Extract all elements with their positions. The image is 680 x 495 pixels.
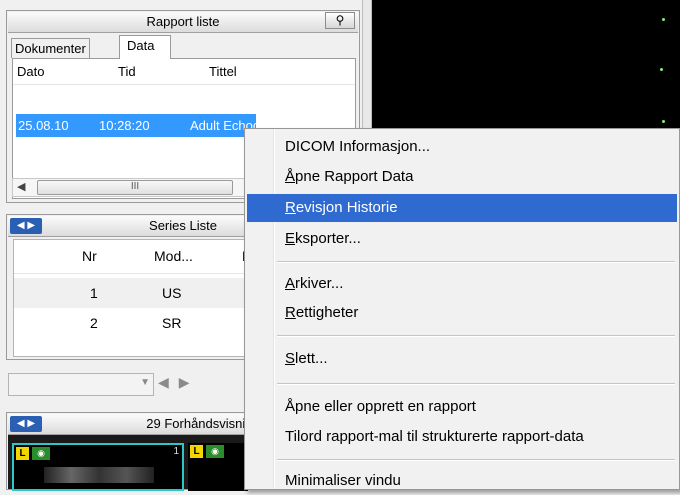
eye-icon: ◉: [206, 445, 224, 458]
menu-separator: [277, 383, 675, 385]
menu-item-arkiver[interactable]: Arkiver...: [247, 270, 677, 298]
overlay-marker: [660, 68, 663, 71]
column-header-nr[interactable]: Nr: [82, 248, 97, 264]
nav-arrows-icon[interactable]: ◀ ▶: [10, 218, 42, 234]
chevron-down-icon[interactable]: ▼: [140, 377, 150, 388]
series-select[interactable]: ▼: [8, 373, 154, 396]
cell-mod: SR: [162, 315, 182, 331]
thumb-index: 1: [173, 446, 179, 457]
grip-icon: III: [130, 181, 140, 192]
thumbnail[interactable]: L ◉: [188, 443, 248, 491]
layout-badge: L: [190, 445, 203, 458]
column-header-dato[interactable]: Dato: [17, 59, 44, 84]
context-menu: DICOM Informasjon... Åpne Rapport Data R…: [244, 128, 680, 490]
cell-dato: 25.08.10: [18, 118, 69, 133]
tab-data[interactable]: Data: [119, 35, 171, 59]
panel-title: Rapport liste: [8, 12, 358, 33]
menu-item-eksporter[interactable]: Eksporter...: [247, 225, 677, 253]
pin-icon: ⚲: [335, 13, 345, 27]
prev-next-arrows[interactable]: ◀▶: [158, 374, 200, 391]
menu-item-revisjon-historie[interactable]: Revisjon Historie: [247, 194, 677, 222]
menu-item-slett[interactable]: Slett...: [247, 345, 677, 373]
prev-icon[interactable]: ◀: [158, 374, 179, 390]
menu-item-minimaliser-vindu[interactable]: Minimaliser vindu: [247, 467, 677, 495]
menu-separator: [277, 261, 675, 263]
tab-dokumenter[interactable]: Dokumenter: [11, 38, 90, 58]
eye-icon: ◉: [32, 447, 50, 460]
nav-arrows-icon[interactable]: ◀ ▶: [10, 416, 42, 432]
menu-item-dicom-informasjon[interactable]: DICOM Informasjon...: [247, 133, 677, 161]
menu-item-tilord-rapport-mal[interactable]: Tilord rapport-mal til strukturerte rapp…: [247, 423, 677, 451]
menu-item-rettigheter[interactable]: Rettigheter: [247, 299, 677, 327]
overlay-marker: [662, 120, 665, 123]
cell-tid: 10:28:20: [99, 118, 150, 133]
menu-item-apne-eller-opprett[interactable]: Åpne eller opprett en rapport: [247, 393, 677, 421]
scroll-thumb[interactable]: III: [37, 180, 233, 195]
thumbnail[interactable]: L ◉ 1: [12, 443, 184, 491]
ultrasound-image: [44, 467, 154, 483]
preview-title: 29 Forhåndsvisning: [146, 416, 260, 431]
cell-nr: 1: [90, 285, 98, 301]
series-title: Series Liste: [149, 218, 217, 233]
layout-badge: L: [16, 447, 29, 460]
menu-item-apne-rapport-data[interactable]: Åpne Rapport Data: [247, 163, 677, 191]
header-divider: [13, 84, 355, 85]
menu-separator: [277, 459, 675, 461]
table-row[interactable]: 25.08.10 10:28:20 Adult Echocardiog: [16, 114, 296, 137]
menu-separator: [277, 335, 675, 337]
column-header-mod[interactable]: Mod...: [154, 248, 193, 264]
column-header-tid[interactable]: Tid: [118, 59, 136, 84]
cell-nr: 2: [90, 315, 98, 331]
column-header-tittel[interactable]: Tittel: [209, 59, 237, 84]
scroll-left-icon[interactable]: ◀: [17, 180, 25, 193]
overlay-marker: [662, 18, 665, 21]
horizontal-scrollbar[interactable]: ◀ III: [12, 178, 252, 197]
pin-button[interactable]: ⚲: [325, 12, 355, 29]
next-icon[interactable]: ▶: [179, 374, 200, 390]
cell-mod: US: [162, 285, 182, 301]
